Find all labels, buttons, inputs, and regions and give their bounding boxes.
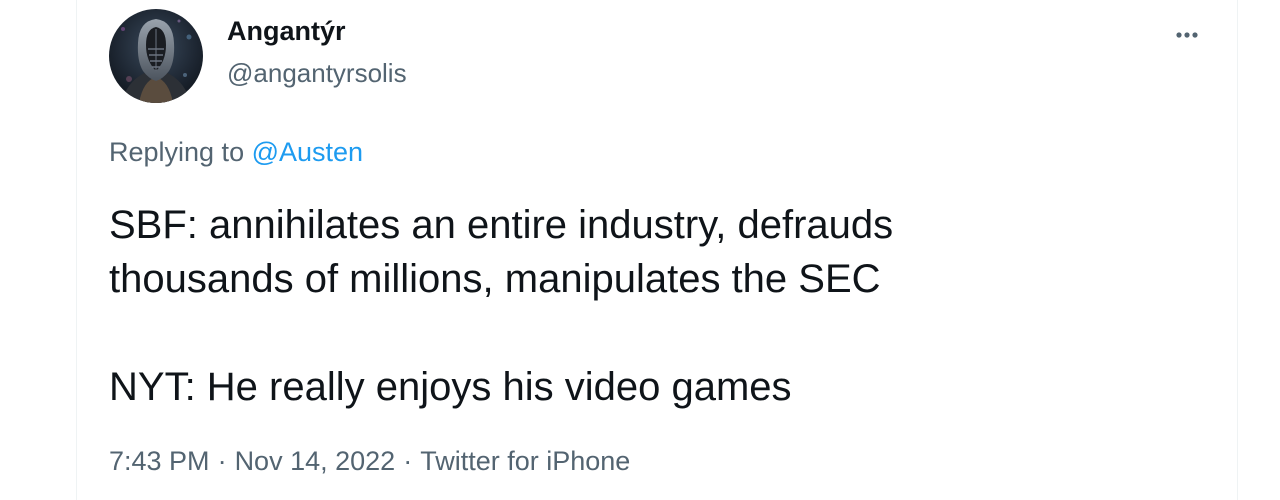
more-options-button[interactable]	[1167, 20, 1207, 50]
tweet-date[interactable]: Nov 14, 2022	[235, 446, 396, 476]
more-horizontal-icon	[1176, 32, 1198, 38]
reply-context: Replying to @Austen	[109, 137, 363, 168]
tweet-text-line: SBF: annihilates an entire industry, def…	[109, 203, 894, 247]
meta-separator: ·	[217, 446, 227, 476]
reply-mention-link[interactable]: @Austen	[252, 137, 363, 167]
tweet-text-line: thousands of millions, manipulates the S…	[109, 257, 881, 301]
tweet-card: Angantýr @angantyrsolis Replying to @Aus…	[76, 0, 1238, 500]
hooded-figure-avatar-icon	[109, 9, 203, 103]
author-handle[interactable]: @angantyrsolis	[227, 58, 407, 89]
tweet-text-paragraph-break	[109, 306, 1189, 360]
tweet-source: Twitter for iPhone	[420, 446, 631, 476]
reply-context-prefix: Replying to	[109, 137, 245, 167]
meta-separator: ·	[403, 446, 413, 476]
author-display-name[interactable]: Angantýr	[227, 16, 346, 47]
tweet-meta: 7:43 PM · Nov 14, 2022 · Twitter for iPhone	[109, 446, 630, 477]
avatar[interactable]	[109, 9, 203, 103]
tweet-text-line: NYT: He really enjoys his video games	[109, 365, 792, 409]
tweet-page: Angantýr @angantyrsolis Replying to @Aus…	[0, 0, 1280, 500]
tweet-text: SBF: annihilates an entire industry, def…	[109, 198, 1189, 414]
tweet-time[interactable]: 7:43 PM	[109, 446, 210, 476]
